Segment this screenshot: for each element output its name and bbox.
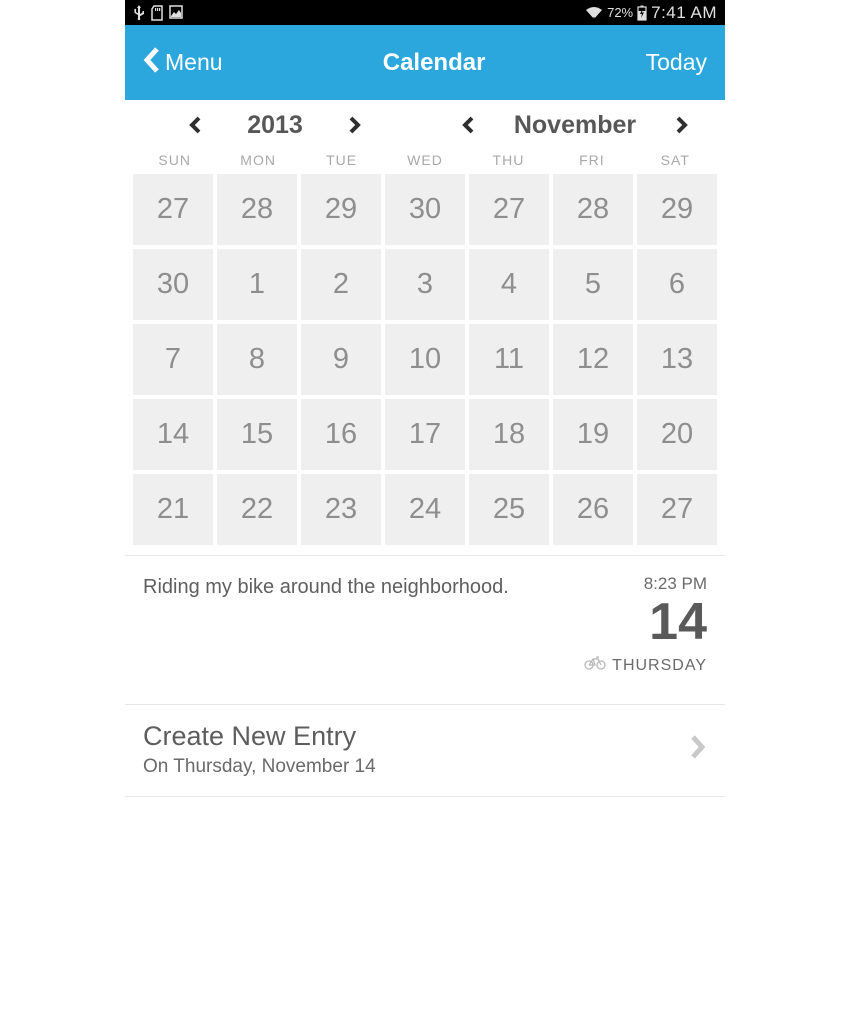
chevron-left-icon bbox=[143, 47, 161, 79]
day-cell[interactable]: 30 bbox=[133, 249, 213, 320]
bicycle-icon bbox=[584, 656, 606, 675]
day-cell[interactable]: 13 bbox=[637, 324, 717, 395]
entry-text: Riding my bike around the neighborhood. bbox=[143, 574, 574, 692]
create-new-entry-button[interactable]: Create New Entry On Thursday, November 1… bbox=[125, 705, 725, 797]
weekday-header: MON bbox=[216, 150, 299, 174]
clock-time: 7:41 AM bbox=[651, 3, 717, 23]
menu-button[interactable]: Menu bbox=[143, 47, 223, 79]
day-cell[interactable]: 25 bbox=[469, 474, 549, 545]
entry-time: 8:23 PM bbox=[584, 574, 707, 594]
day-cell[interactable]: 20 bbox=[637, 399, 717, 470]
android-status-bar: 72% 7:41 AM bbox=[125, 0, 725, 25]
day-cell[interactable]: 29 bbox=[301, 174, 381, 245]
weekday-header: SUN bbox=[133, 150, 216, 174]
weekday-header: TUE bbox=[300, 150, 383, 174]
day-cell[interactable]: 8 bbox=[217, 324, 297, 395]
day-cell[interactable]: 22 bbox=[217, 474, 297, 545]
image-icon bbox=[169, 5, 183, 21]
day-cell[interactable]: 26 bbox=[553, 474, 633, 545]
period-selector: 2013 November bbox=[125, 100, 725, 150]
weekday-header: THU bbox=[467, 150, 550, 174]
day-cell[interactable]: 7 bbox=[133, 324, 213, 395]
weekday-header: WED bbox=[383, 150, 466, 174]
entry-meta: 8:23 PM 14 THURSDAY bbox=[584, 574, 707, 692]
battery-percent: 72% bbox=[607, 5, 633, 20]
today-button[interactable]: Today bbox=[646, 49, 707, 76]
page-title: Calendar bbox=[223, 49, 646, 77]
battery-icon bbox=[637, 5, 647, 21]
day-cell[interactable]: 24 bbox=[385, 474, 465, 545]
month-prev-button[interactable] bbox=[456, 116, 480, 134]
day-cell[interactable]: 30 bbox=[385, 174, 465, 245]
day-cell[interactable]: 27 bbox=[637, 474, 717, 545]
day-cell[interactable]: 10 bbox=[385, 324, 465, 395]
calendar-grid: 27 28 29 30 27 28 29 30 1 2 3 4 5 6 7 8 … bbox=[125, 174, 725, 555]
chevron-right-icon bbox=[689, 733, 707, 766]
day-cell[interactable]: 14 bbox=[133, 399, 213, 470]
day-cell[interactable]: 18 bbox=[469, 399, 549, 470]
day-cell[interactable]: 4 bbox=[469, 249, 549, 320]
weekday-header-row: SUN MON TUE WED THU FRI SAT bbox=[125, 150, 725, 174]
entry-day-of-week: THURSDAY bbox=[612, 657, 707, 675]
day-cell[interactable]: 19 bbox=[553, 399, 633, 470]
weekday-header: SAT bbox=[634, 150, 717, 174]
usb-icon bbox=[133, 5, 145, 21]
year-next-button[interactable] bbox=[343, 116, 367, 134]
weekday-header: FRI bbox=[550, 150, 633, 174]
day-cell[interactable]: 6 bbox=[637, 249, 717, 320]
day-cell[interactable]: 12 bbox=[553, 324, 633, 395]
day-cell[interactable]: 3 bbox=[385, 249, 465, 320]
day-cell[interactable]: 27 bbox=[133, 174, 213, 245]
day-cell[interactable]: 29 bbox=[637, 174, 717, 245]
day-cell[interactable]: 23 bbox=[301, 474, 381, 545]
day-cell[interactable]: 16 bbox=[301, 399, 381, 470]
month-next-button[interactable] bbox=[670, 116, 694, 134]
day-cell[interactable]: 1 bbox=[217, 249, 297, 320]
day-cell[interactable]: 21 bbox=[133, 474, 213, 545]
create-title: Create New Entry bbox=[143, 721, 689, 752]
journal-entry[interactable]: Riding my bike around the neighborhood. … bbox=[125, 555, 725, 705]
day-cell[interactable]: 9 bbox=[301, 324, 381, 395]
day-cell[interactable]: 15 bbox=[217, 399, 297, 470]
day-cell[interactable]: 17 bbox=[385, 399, 465, 470]
day-cell[interactable]: 2 bbox=[301, 249, 381, 320]
month-label[interactable]: November bbox=[514, 111, 636, 140]
year-prev-button[interactable] bbox=[183, 116, 207, 134]
year-label[interactable]: 2013 bbox=[247, 111, 303, 140]
entry-day-number: 14 bbox=[584, 596, 707, 648]
create-subtitle: On Thursday, November 14 bbox=[143, 756, 689, 778]
sd-card-icon bbox=[151, 5, 163, 21]
day-cell[interactable]: 5 bbox=[553, 249, 633, 320]
day-cell[interactable]: 11 bbox=[469, 324, 549, 395]
day-cell[interactable]: 27 bbox=[469, 174, 549, 245]
day-cell[interactable]: 28 bbox=[217, 174, 297, 245]
menu-label: Menu bbox=[165, 49, 223, 76]
day-cell[interactable]: 28 bbox=[553, 174, 633, 245]
app-top-bar: Menu Calendar Today bbox=[125, 25, 725, 100]
wifi-icon bbox=[585, 6, 603, 20]
